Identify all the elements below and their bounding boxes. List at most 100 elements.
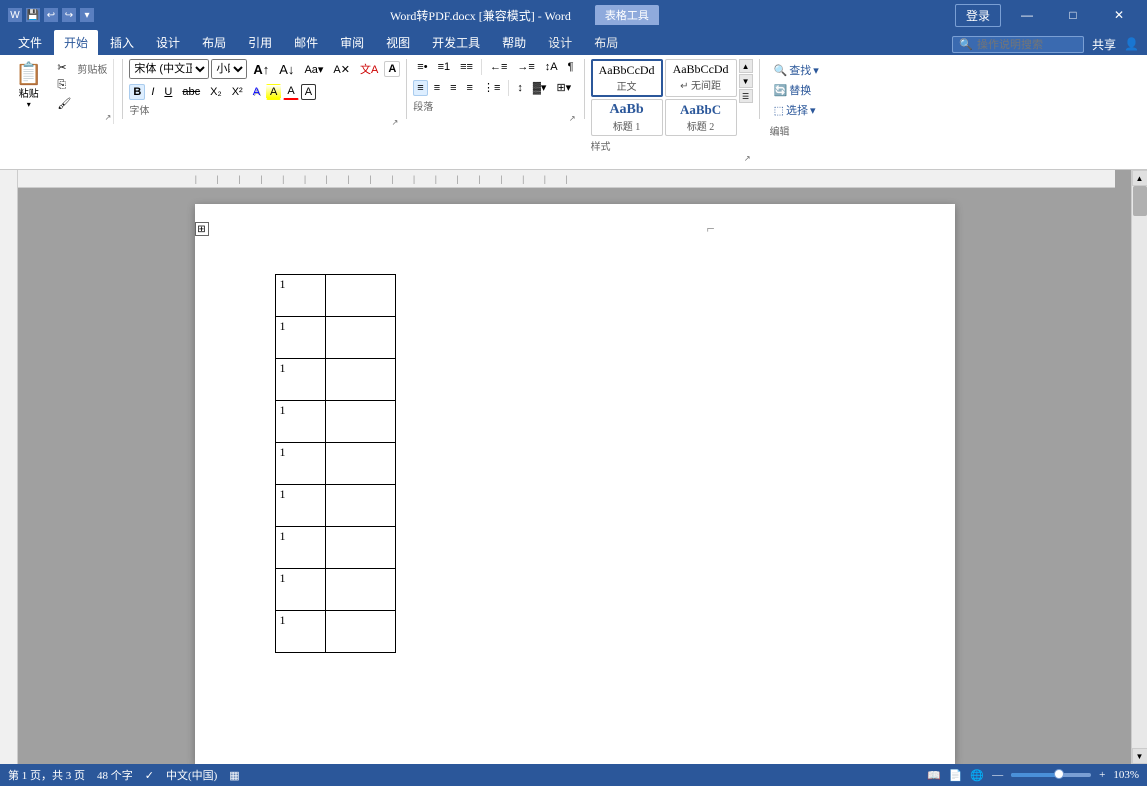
- bullets-button[interactable]: ≡•: [413, 59, 431, 75]
- table-cell[interactable]: 1: [275, 527, 325, 569]
- find-button[interactable]: 🔍 查找 ▾: [770, 61, 823, 79]
- customize-btn[interactable]: ▾: [80, 8, 94, 22]
- login-button[interactable]: 登录: [955, 4, 1001, 27]
- tab-developer[interactable]: 开发工具: [422, 30, 490, 55]
- numbering-button[interactable]: ≡1: [434, 59, 455, 75]
- undo-btn[interactable]: ↩: [44, 8, 58, 22]
- strikethrough-button[interactable]: abc: [178, 84, 204, 100]
- replace-button[interactable]: 🔄 替换: [770, 81, 823, 99]
- select-button[interactable]: ⬚ 选择 ▾: [770, 101, 823, 119]
- highlight-btn[interactable]: 文A: [356, 59, 382, 79]
- font-size-select[interactable]: 小四: [211, 59, 247, 79]
- sort-button[interactable]: ↕A: [541, 59, 562, 75]
- font-aa-button[interactable]: Aa▾: [300, 61, 327, 78]
- table-cell[interactable]: 1: [275, 569, 325, 611]
- tab-layout[interactable]: 布局: [192, 30, 236, 55]
- decrease-indent-button[interactable]: ←≡: [486, 59, 511, 75]
- tab-view[interactable]: 视图: [376, 30, 420, 55]
- close-button[interactable]: ✕: [1099, 0, 1139, 30]
- underline-button[interactable]: U: [160, 84, 176, 100]
- table-cell[interactable]: 1: [275, 611, 325, 653]
- table-cell[interactable]: 1: [275, 317, 325, 359]
- table-move-handle[interactable]: ⊞: [195, 222, 209, 236]
- table-cell[interactable]: [325, 275, 395, 317]
- share-label[interactable]: 共享: [1092, 36, 1116, 53]
- borders-button[interactable]: ⊞▾: [552, 79, 575, 96]
- superscript-button[interactable]: X²: [228, 84, 247, 100]
- align-center-button[interactable]: ≡: [430, 80, 444, 96]
- line-spacing-button[interactable]: ↕: [513, 80, 527, 96]
- subscript-button[interactable]: X₂: [206, 84, 226, 100]
- search-input[interactable]: [977, 39, 1077, 51]
- format-painter-button[interactable]: 🖌: [53, 95, 75, 112]
- zoom-thumb[interactable]: [1054, 769, 1064, 779]
- style-normal[interactable]: AaBbCcDd 正文: [591, 59, 663, 97]
- scroll-up-button[interactable]: ▲: [1132, 170, 1147, 186]
- table-cell[interactable]: [325, 317, 395, 359]
- style-nospace[interactable]: AaBbCcDd ↵ 无间距: [665, 59, 737, 97]
- right-scrollbar[interactable]: ▲ ▼: [1131, 170, 1147, 764]
- zoom-slider[interactable]: [1011, 773, 1091, 777]
- style-h1[interactable]: AaBb 标题 1: [591, 99, 663, 136]
- paste-button[interactable]: 📋 粘贴 ▾: [8, 60, 49, 112]
- maximize-button[interactable]: □: [1053, 0, 1093, 30]
- table-cell[interactable]: [325, 443, 395, 485]
- styles-scroll-up[interactable]: ▲: [739, 59, 753, 73]
- redo-btn[interactable]: ↪: [62, 8, 76, 22]
- document-area[interactable]: ||||| ||||| ||||| ||| ⊞ ⌐ 111111111: [18, 170, 1131, 764]
- zoom-in-button[interactable]: +: [1099, 769, 1105, 781]
- show-hide-button[interactable]: ¶: [564, 59, 578, 75]
- document-table[interactable]: 111111111: [275, 274, 396, 653]
- font-border-button[interactable]: A: [301, 84, 316, 100]
- word-icon[interactable]: W: [8, 8, 22, 22]
- table-cell[interactable]: 1: [275, 485, 325, 527]
- styles-expand-icon[interactable]: ↗: [744, 154, 751, 163]
- align-left-button[interactable]: ≡: [413, 80, 427, 96]
- bold-button[interactable]: B: [129, 84, 145, 100]
- justify-button[interactable]: ≡: [463, 80, 477, 96]
- table-cell[interactable]: [325, 527, 395, 569]
- tab-file[interactable]: 文件: [8, 30, 52, 55]
- shading-button[interactable]: ▓▾: [529, 79, 551, 96]
- table-cell[interactable]: 1: [275, 401, 325, 443]
- clipboard-expand-icon[interactable]: ↗: [105, 113, 112, 122]
- read-mode-icon[interactable]: 📖: [927, 769, 941, 782]
- zoom-out-button[interactable]: —: [992, 769, 1003, 781]
- copy-button[interactable]: ⎘: [53, 77, 75, 94]
- tab-review[interactable]: 审阅: [330, 30, 374, 55]
- table-cell[interactable]: [325, 569, 395, 611]
- font-shrink-button[interactable]: A↓: [275, 60, 298, 79]
- table-cell[interactable]: 1: [275, 275, 325, 317]
- tab-mailings[interactable]: 邮件: [284, 30, 328, 55]
- font-name-select[interactable]: 宋体 (中文正…: [129, 59, 209, 79]
- tab-table-design[interactable]: 设计: [538, 30, 582, 55]
- tab-help[interactable]: 帮助: [492, 30, 536, 55]
- tab-insert[interactable]: 插入: [100, 30, 144, 55]
- font-expand-icon[interactable]: ↗: [392, 118, 399, 127]
- scroll-down-button[interactable]: ▼: [1132, 748, 1147, 764]
- tab-home[interactable]: 开始: [54, 30, 98, 55]
- tab-table-layout[interactable]: 布局: [584, 30, 628, 55]
- table-cell[interactable]: [325, 485, 395, 527]
- cut-button[interactable]: ✂ ✂: [53, 59, 75, 76]
- scroll-thumb[interactable]: [1133, 186, 1147, 216]
- style-h2[interactable]: AaBbC 标题 2: [665, 99, 737, 136]
- font-grow-button[interactable]: A↑: [249, 60, 273, 79]
- char-style-btn[interactable]: A: [384, 61, 400, 77]
- multilevel-button[interactable]: ≡≡: [456, 59, 477, 75]
- increase-indent-button[interactable]: →≡: [513, 59, 538, 75]
- table-cell[interactable]: [325, 401, 395, 443]
- table-cell[interactable]: [325, 611, 395, 653]
- para-expand-icon[interactable]: ↗: [569, 114, 576, 123]
- print-layout-icon[interactable]: 📄: [949, 769, 963, 782]
- scroll-track[interactable]: [1132, 186, 1147, 748]
- clear-format-button[interactable]: A✕: [329, 61, 354, 78]
- table-cell[interactable]: 1: [275, 359, 325, 401]
- tab-design[interactable]: 设计: [146, 30, 190, 55]
- italic-button[interactable]: I: [147, 84, 158, 100]
- align-right-button[interactable]: ≡: [446, 80, 460, 96]
- zoom-level[interactable]: 103%: [1113, 769, 1139, 781]
- save-quick-btn[interactable]: 💾: [26, 8, 40, 22]
- font-color-button[interactable]: A: [283, 83, 298, 100]
- columns-button[interactable]: ⋮≡: [479, 79, 504, 96]
